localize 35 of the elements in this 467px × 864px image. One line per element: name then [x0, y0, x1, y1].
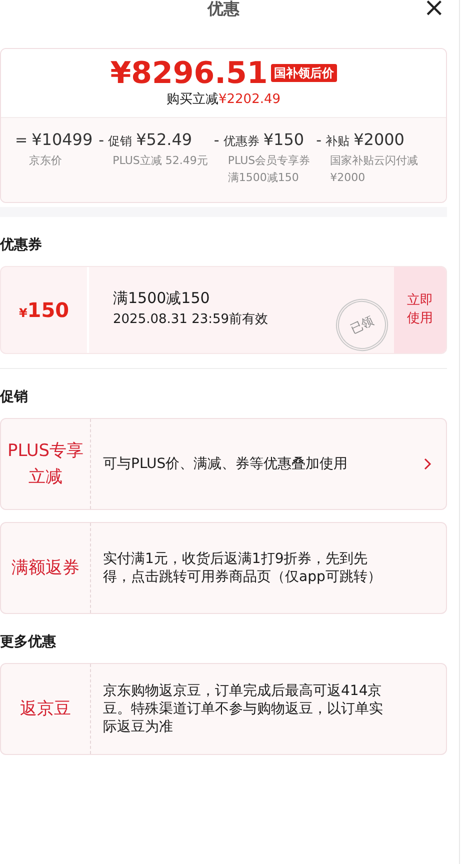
- price-tag: 国补领后价: [270, 64, 337, 82]
- breakdown-amount: ¥150: [263, 129, 304, 151]
- breakdown-label: 优惠券: [223, 133, 260, 150]
- sheet-title: 优惠: [208, 0, 240, 18]
- final-price: ¥8296.51: [110, 56, 268, 91]
- breakdown-note: ¥2000: [330, 170, 366, 186]
- operator-sign: -: [214, 130, 220, 151]
- promo-tag: PLUS专享立减: [1, 419, 91, 509]
- breakdown-note: 国家补贴云闪付减: [330, 153, 418, 169]
- breakdown-note: PLUS立减 52.49元: [112, 153, 208, 169]
- close-button[interactable]: ×: [421, 0, 447, 20]
- operator-sign: -: [98, 130, 104, 151]
- operator-sign: =: [15, 130, 28, 151]
- coupon-validity: 2025.08.31 23:59前有效: [113, 311, 268, 329]
- promo-description: 京东购物返京豆，订单完成后最高可返414京豆。特殊渠道订单不参与购物返豆，以订单实际返豆为准: [103, 682, 384, 736]
- breakdown-amount: ¥2000: [354, 129, 404, 151]
- breakdown-amount: ¥52.49: [136, 129, 192, 151]
- breakdown-label: 补贴: [326, 133, 350, 150]
- breakdown-note: 京东价: [29, 153, 63, 169]
- promo-tag: 满额返券: [1, 523, 91, 613]
- saving-label: 购买立减: [166, 92, 218, 107]
- promo-tag: 返京豆: [1, 664, 91, 754]
- promo-description: 实付满1元，收货后返满1打9折券，先到先得，点击跳转可用券商品页（仅app可跳转）: [103, 550, 382, 586]
- breakdown-note: 满1500减150: [228, 170, 300, 186]
- operator-sign: -: [316, 130, 322, 151]
- coupon-amount: ¥150: [18, 297, 70, 324]
- breakdown-note: PLUS会员专享券: [228, 153, 310, 169]
- chevron-right-icon[interactable]: [424, 458, 432, 470]
- section-title: 更多优惠: [0, 633, 57, 652]
- saving-amount: ¥2202.49: [218, 92, 281, 107]
- breakdown-amount: ¥10499: [32, 129, 93, 151]
- breakdown-label: 促销: [108, 133, 132, 150]
- use-now-button[interactable]: 立即使用: [394, 267, 446, 353]
- coupon-condition: 满1500减150: [113, 288, 211, 309]
- promo-description: 可与PLUS价、满减、券等优惠叠加使用: [103, 455, 348, 473]
